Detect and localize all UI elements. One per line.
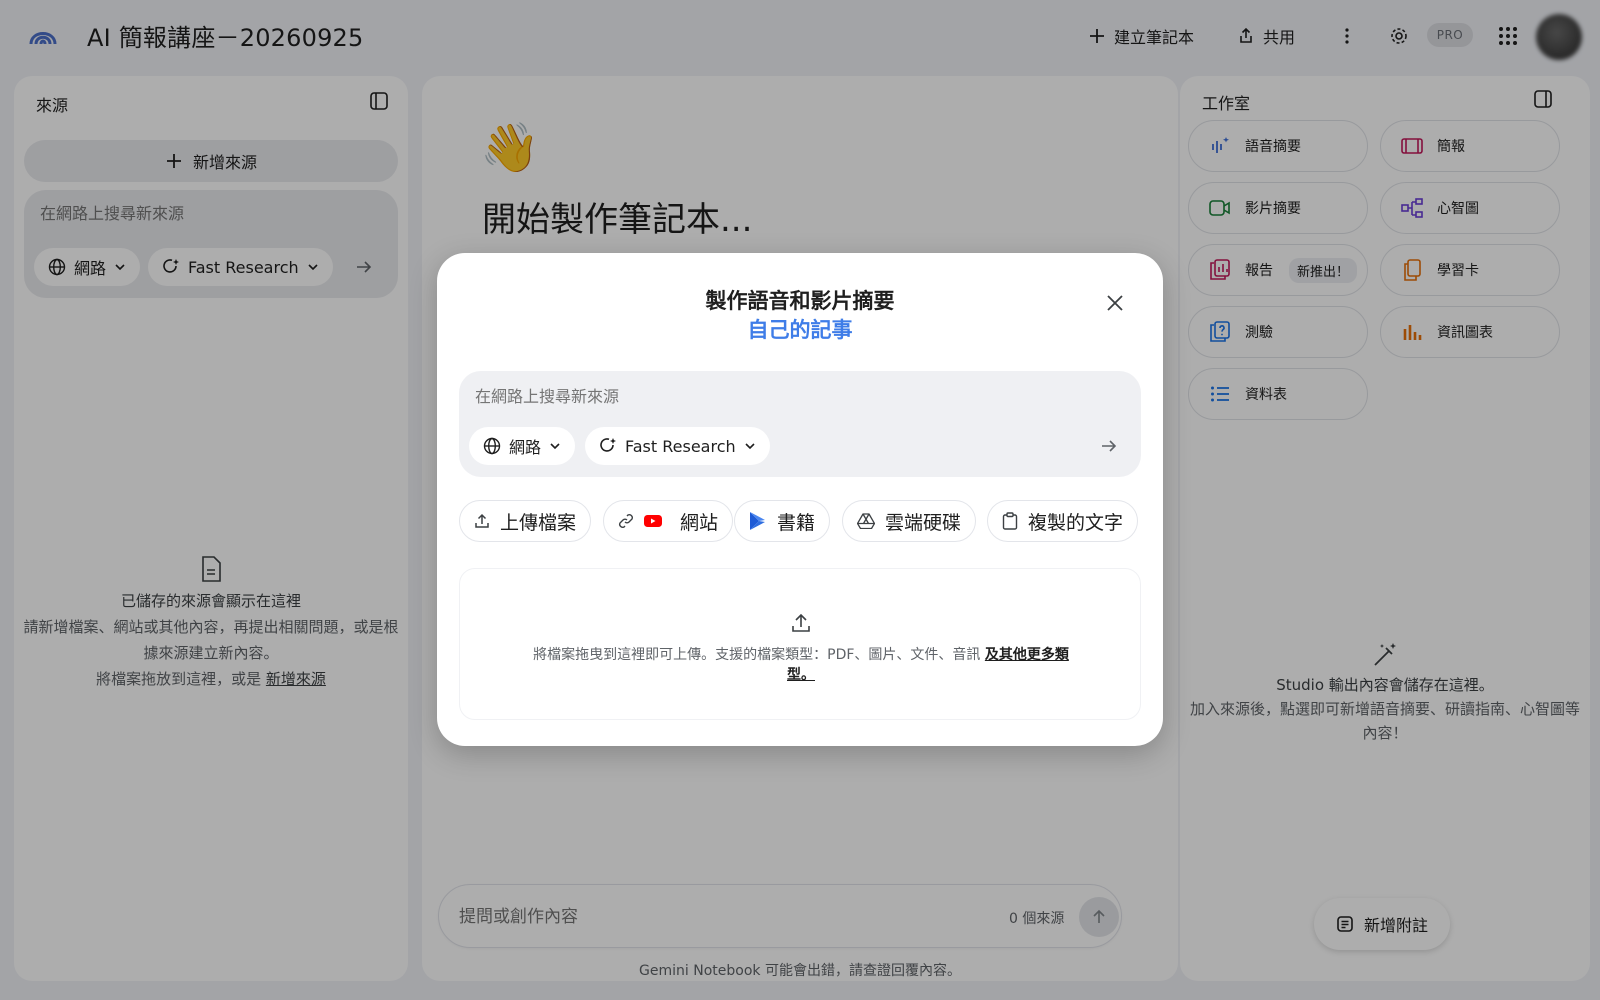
arrow-right-icon [1102,440,1117,452]
books-icon [750,512,765,530]
dropzone-description: 將檔案拖曳到這裡即可上傳。支援的檔案類型：PDF、圖片、文件、音訊 [533,647,981,663]
research-sparkle-icon [600,438,616,452]
chevron-down-icon [745,443,755,450]
clipboard-icon [1002,512,1018,530]
upload-file-label: 上傳檔案 [500,511,577,534]
add-sources-dialog: 製作語音和影片摘要 自己的記事 網路 Fast Research 上傳檔案 網站… [437,253,1163,746]
dropzone-text: 將檔案拖曳到這裡即可上傳。支援的檔案類型：PDF、圖片、文件、音訊 及其他更多類… [520,645,1082,685]
close-icon [1107,295,1123,311]
dialog-search-input[interactable] [475,387,1035,406]
copied-text-label: 複製的文字 [1028,511,1124,534]
dialog-title: 製作語音和影片摘要 [705,289,895,313]
upload-icon [475,513,489,528]
chevron-down-icon [550,443,560,450]
close-button[interactable] [1101,289,1129,317]
dialog-search-submit[interactable] [1093,430,1125,462]
google-drive-label: 雲端硬碟 [885,511,962,534]
dialog-subtitle: 自己的記事 [747,318,853,342]
globe-icon [483,437,501,455]
copied-text-button[interactable]: 複製的文字 [987,500,1139,542]
website-label: 網站 [680,511,719,534]
upload-file-button[interactable]: 上傳檔案 [459,500,592,542]
youtube-icon [644,515,662,527]
link-icon [619,514,633,528]
dialog-search-box: 網路 Fast Research [459,371,1141,477]
google-drive-button[interactable]: 雲端硬碟 [842,500,977,542]
dialog-research-dropdown[interactable]: Fast Research [585,427,770,465]
dialog-web-chip-label: 網路 [509,438,542,457]
website-button[interactable]: 網站 [603,500,734,542]
dialog-web-dropdown[interactable]: 網路 [469,427,576,465]
books-label: 書籍 [777,511,816,534]
file-dropzone[interactable]: 將檔案拖曳到這裡即可上傳。支援的檔案類型：PDF、圖片、文件、音訊 及其他更多類… [459,568,1141,720]
books-button[interactable]: 書籍 [734,500,831,542]
drive-icon [857,513,875,529]
dialog-research-chip-label: Fast Research [625,436,736,456]
upload-icon [792,613,810,632]
